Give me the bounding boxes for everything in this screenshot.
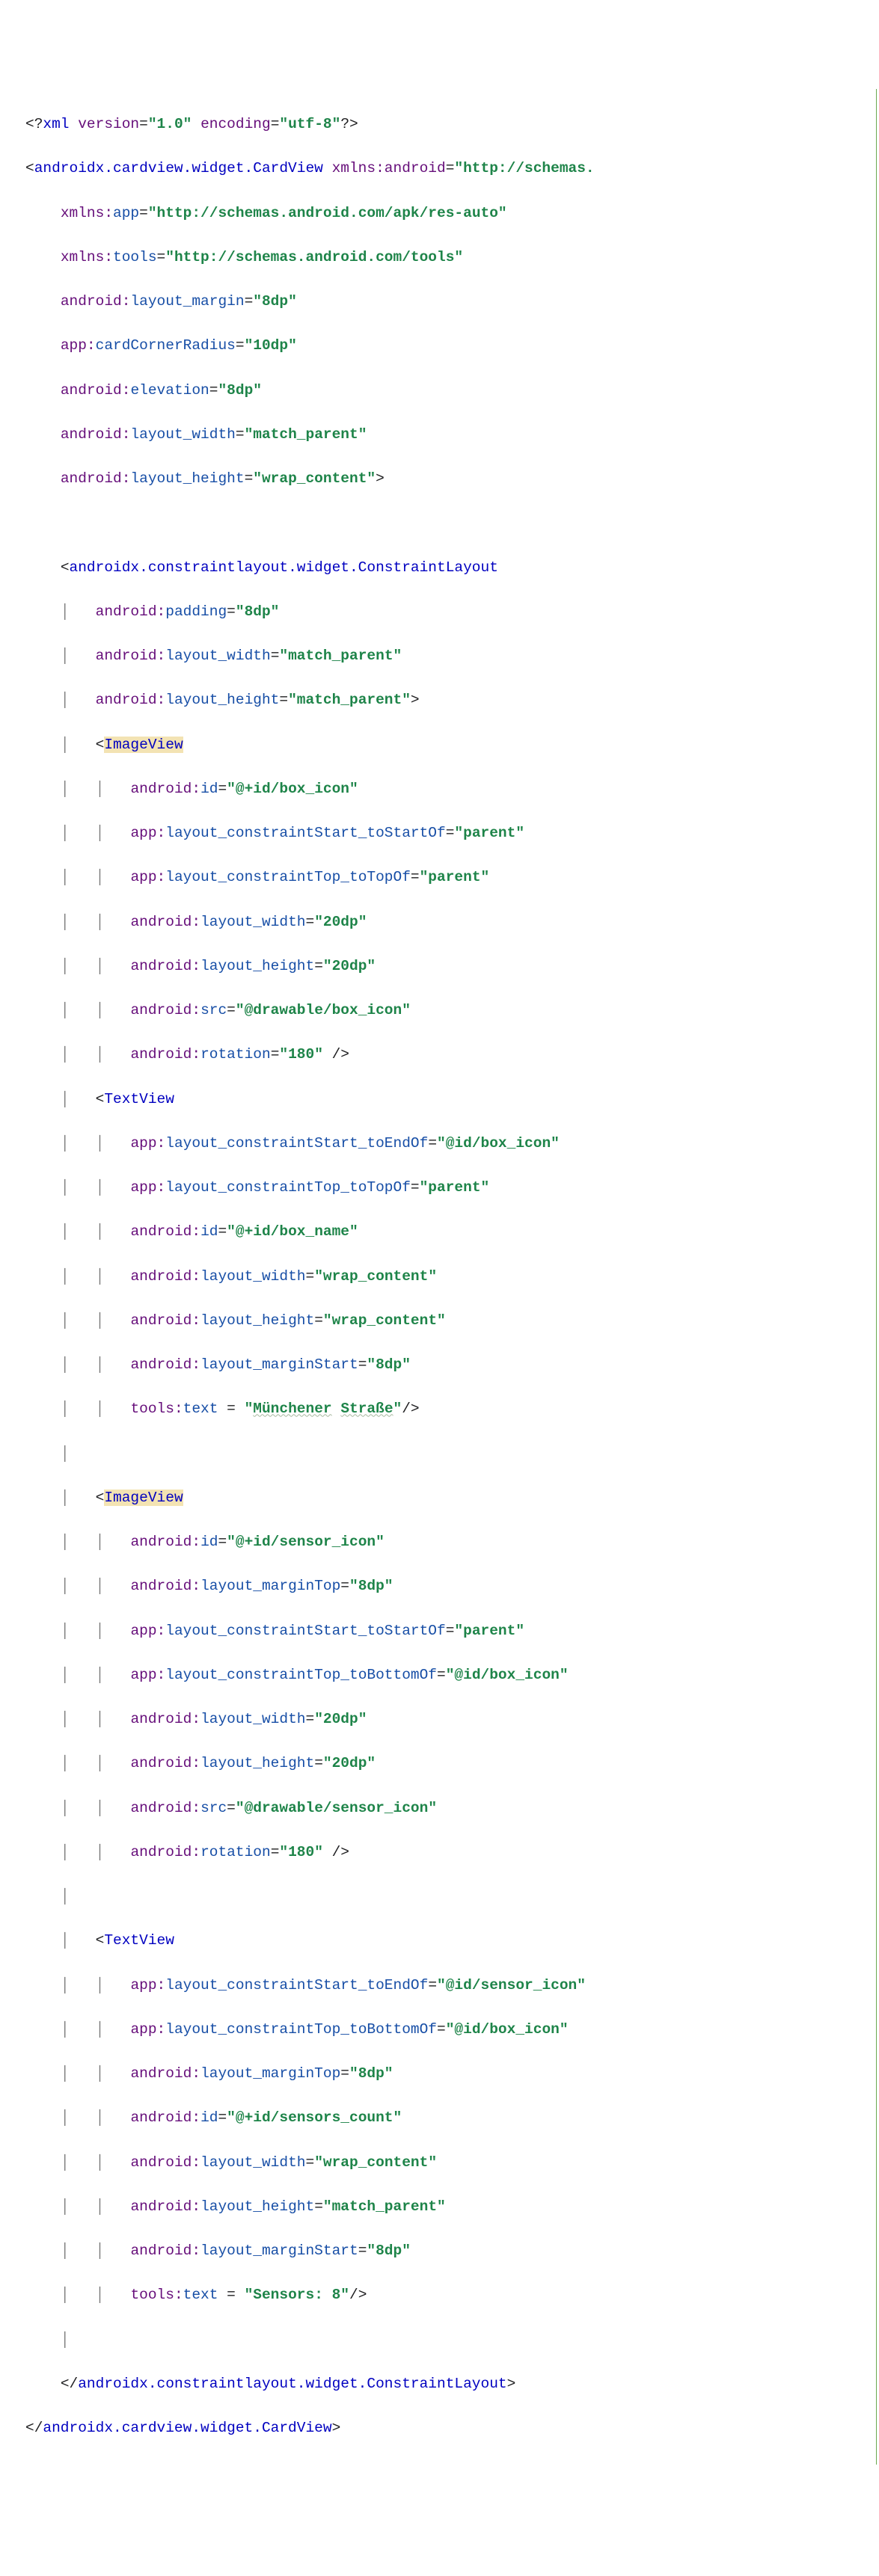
code-line[interactable]: │ │ app:layout_constraintTop_toBottomOf=…	[25, 1664, 876, 1687]
tag-constraintlayout: androidx.constraintlayout.widget.Constra…	[70, 559, 498, 576]
attr: version	[78, 116, 139, 132]
code-line[interactable]: │ <ImageView	[25, 1487, 876, 1510]
code-line[interactable]: │ │ android:layout_width="wrap_content"	[25, 2152, 876, 2174]
close-tag-constraintlayout: androidx.constraintlayout.widget.Constra…	[78, 2376, 506, 2392]
code-line[interactable]: │ │ android:layout_width="20dp"	[25, 912, 876, 934]
code-line[interactable]: android:elevation="8dp"	[25, 380, 876, 402]
code-line[interactable]: │ │ android:layout_height="20dp"	[25, 956, 876, 978]
typo-warning: Straße	[340, 1401, 393, 1417]
tag-textview: TextView	[104, 1932, 174, 1949]
code-line[interactable]: android:layout_height="wrap_content">	[25, 468, 876, 491]
code-line[interactable]: │ │ android:layout_marginTop="8dp"	[25, 1576, 876, 1598]
code-line[interactable]: │ │ android:id="@+id/sensor_icon"	[25, 1531, 876, 1554]
code-line[interactable]: │ │ app:layout_constraintStart_toStartOf…	[25, 823, 876, 845]
code-line[interactable]: │ <TextView	[25, 1089, 876, 1111]
code-line[interactable]: │ android:layout_height="match_parent">	[25, 689, 876, 712]
code-editor[interactable]: <?xml version="1.0" encoding="utf-8"?> <…	[0, 89, 877, 2465]
code-line[interactable]: │ │ android:layout_marginTop="8dp"	[25, 2063, 876, 2085]
code-line[interactable]: │ │ android:layout_height="wrap_content"	[25, 1310, 876, 1332]
tag-imageview-warning: ImageView	[104, 1490, 183, 1506]
code-line[interactable]: │ │ app:layout_constraintTop_toTopOf="pa…	[25, 1177, 876, 1199]
code-line[interactable]: │ │ tools:text = "Münchener Straße"/>	[25, 1398, 876, 1421]
code-line[interactable]: </androidx.constraintlayout.widget.Const…	[25, 2373, 876, 2396]
code-line[interactable]: │ │ android:src="@drawable/sensor_icon"	[25, 1798, 876, 1820]
code-line[interactable]: │ │ android:rotation="180" />	[25, 1044, 876, 1066]
code-line[interactable]: android:layout_margin="8dp"	[25, 291, 876, 313]
code-line[interactable]: <?xml version="1.0" encoding="utf-8"?>	[25, 114, 876, 136]
code-line[interactable]: │ │ android:layout_height="20dp"	[25, 1753, 876, 1775]
code-line[interactable]: │ │ app:layout_constraintTop_toBottomOf=…	[25, 2019, 876, 2041]
code-line[interactable]: │	[25, 2329, 876, 2352]
tag-cardview: androidx.cardview.widget.CardView	[34, 160, 323, 176]
code-line[interactable]: │ │ app:layout_constraintStart_toEndOf="…	[25, 1133, 876, 1155]
attr-ns: xmlns:android	[332, 160, 446, 176]
code-line[interactable]: │ │ android:layout_marginStart="8dp"	[25, 2240, 876, 2263]
code-line[interactable]: │ │ android:id="@+id/box_icon"	[25, 778, 876, 801]
code-line[interactable]: xmlns:tools="http://schemas.android.com/…	[25, 247, 876, 269]
code-line[interactable]: <androidx.cardview.widget.CardView xmlns…	[25, 158, 876, 180]
xml-pi-open: <?	[25, 116, 43, 132]
code-line[interactable]: │ <ImageView	[25, 734, 876, 757]
typo-warning: Münchener	[253, 1401, 331, 1417]
xml-keyword: xml	[43, 116, 69, 132]
code-line[interactable]: <androidx.constraintlayout.widget.Constr…	[25, 557, 876, 580]
code-line[interactable]: </androidx.cardview.widget.CardView>	[25, 2417, 876, 2440]
code-line[interactable]: │ │ app:layout_constraintStart_toStartOf…	[25, 1620, 876, 1643]
code-line[interactable]: │ │ android:rotation="180" />	[25, 1842, 876, 1864]
code-line[interactable]: │ │ android:layout_width="20dp"	[25, 1709, 876, 1731]
attr: encoding	[200, 116, 271, 132]
code-line[interactable]: xmlns:app="http://schemas.android.com/ap…	[25, 203, 876, 225]
attr-value: "http://schemas.	[454, 160, 594, 176]
tag-imageview-warning: ImageView	[104, 737, 183, 753]
code-line[interactable]: │ <TextView	[25, 1930, 876, 1952]
code-line[interactable]: │ │ tools:text = "Sensors: 8"/>	[25, 2284, 876, 2307]
code-line[interactable]: │	[25, 1443, 876, 1466]
code-line[interactable]: app:cardCornerRadius="10dp"	[25, 335, 876, 357]
code-line[interactable]: │ │ android:id="@+id/box_name"	[25, 1221, 876, 1244]
code-line[interactable]: │ │ android:layout_width="wrap_content"	[25, 1266, 876, 1288]
code-line[interactable]: android:layout_width="match_parent"	[25, 424, 876, 446]
code-line[interactable]: │ │ android:src="@drawable/box_icon"	[25, 1000, 876, 1022]
code-line[interactable]: │ │ android:layout_height="match_parent"	[25, 2196, 876, 2219]
attr-value: "utf-8"	[279, 116, 340, 132]
tag-textview: TextView	[104, 1091, 174, 1107]
code-line[interactable]: │ │ android:layout_marginStart="8dp"	[25, 1354, 876, 1377]
code-line[interactable]	[25, 512, 876, 535]
xml-pi-close: ?>	[340, 116, 358, 132]
code-line[interactable]: │ │ app:layout_constraintStart_toEndOf="…	[25, 1975, 876, 1997]
code-line[interactable]: │	[25, 1886, 876, 1908]
code-line[interactable]: │ │ app:layout_constraintTop_toTopOf="pa…	[25, 867, 876, 889]
code-line[interactable]: │ android:padding="8dp"	[25, 601, 876, 624]
code-line[interactable]: │ │ android:id="@+id/sensors_count"	[25, 2107, 876, 2130]
attr-value: "1.0"	[148, 116, 192, 132]
code-line[interactable]: │ android:layout_width="match_parent"	[25, 645, 876, 668]
close-tag-cardview: androidx.cardview.widget.CardView	[43, 2420, 331, 2436]
